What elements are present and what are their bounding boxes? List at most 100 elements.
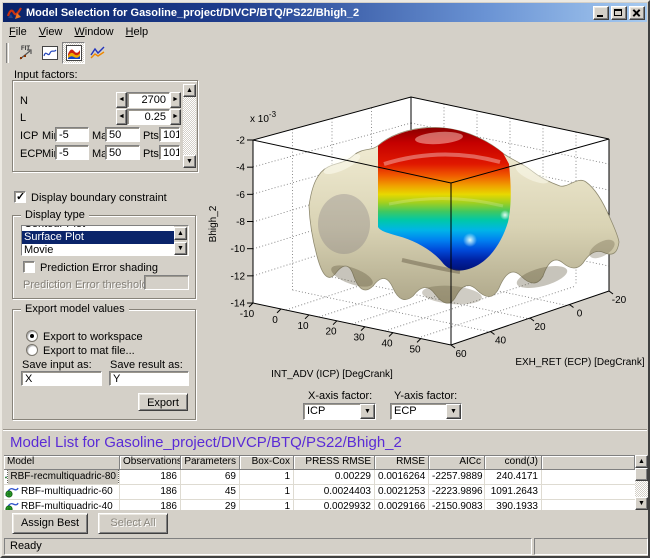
scroll-down-icon[interactable]: ▼ [174,242,187,255]
model-value-cell: 45 [181,485,240,499]
model-filler-cell [542,485,635,499]
close-button[interactable] [629,6,645,20]
ecp-min-field[interactable]: -5 [55,145,89,160]
model-table-scrollbar[interactable]: ▲ ▼ [635,455,649,510]
maximize-icon [614,9,622,16]
model-value-cell: 0.0029932 [294,500,375,510]
display-type-legend: Display type [21,209,89,221]
check-icon: ✓ [16,190,25,203]
column-header[interactable]: PRESS RMSE [294,456,375,470]
factor-n-label: N [20,95,28,107]
surface-plot[interactable]: -2-4-6-8-10-12-14 -1001020304050 6040200… [202,64,650,428]
model-value-cell: -2150.9083 [429,500,485,510]
column-header[interactable]: RMSE [375,456,429,470]
menu-window[interactable]: Window [68,24,119,40]
save-input-label: Save input as: [22,359,92,371]
icp-pts-field[interactable]: 101 [159,127,180,142]
l-value-field[interactable]: 0.25 [127,109,170,125]
model-value-cell: 1 [240,500,294,510]
ecp-max-field[interactable]: 50 [105,145,140,160]
model-list-title: Model List for Gasoline_project/DIVCP/BT… [10,434,402,451]
scroll-up-icon[interactable]: ▲ [183,84,196,97]
assign-best-button[interactable]: Assign Best [12,513,88,534]
fit-model-icon[interactable]: FIT [14,42,37,64]
maximize-button[interactable] [611,6,627,20]
status-bar: Ready [4,538,532,555]
display-boundary-checkbox[interactable]: ✓ [14,191,26,203]
model-value-cell: 186 [120,470,181,484]
model-value-cell: 1 [240,470,294,484]
model-value-cell: 0.0016264 [375,470,429,484]
menubar: FileViewWindowHelp [3,23,647,40]
column-header[interactable]: Box-Cox [240,456,294,470]
x-factor-dropdown[interactable]: ICP ▼ [303,403,376,420]
minimize-button[interactable] [593,6,609,20]
save-result-field[interactable]: Y [109,371,189,386]
display-type-option[interactable]: Surface Plot [22,231,174,244]
display-type-option[interactable]: Movie [22,244,174,256]
tick-label: 20 [534,322,546,333]
display-type-listbox[interactable]: Contour PlotSurface PlotMovie ▲ ▼ [21,225,189,256]
tick-label: -14 [231,299,246,310]
column-header[interactable]: Parameters [181,456,240,470]
ecp-pts-field[interactable]: 101 [159,145,180,160]
save-input-field[interactable]: X [21,371,102,386]
app-icon [7,5,22,20]
column-header[interactable]: cond(J) [485,456,542,470]
tick-label: -6 [236,190,245,201]
tick-label: 40 [495,336,507,347]
export-workspace-radio[interactable] [26,330,38,342]
tick-label: -10 [231,244,246,255]
window-title: Model Selection for Gasoline_project/DIV… [26,7,591,19]
scroll-down-icon[interactable]: ▼ [183,155,196,168]
surface-view-icon[interactable] [62,42,85,64]
response-plot-icon[interactable] [38,42,61,64]
scroll-down-icon[interactable]: ▼ [635,497,648,510]
model-value-cell: 0.0024403 [294,485,375,499]
table-row[interactable]: RBF-multiquadric-601864510.00244030.0021… [4,485,635,500]
line-plot-icon[interactable] [86,42,109,64]
prediction-error-threshold-field [144,275,189,290]
column-header[interactable]: AICc [429,456,485,470]
chevron-down-icon[interactable]: ▼ [360,404,375,419]
tick-label: 30 [353,333,365,344]
input-factors-scrollbar[interactable]: ▲ ▼ [183,84,196,168]
tick-label: -10 [240,309,255,320]
menu-view[interactable]: View [33,24,69,40]
model-value-cell: 1 [240,485,294,499]
y-factor-dropdown[interactable]: ECP ▼ [390,403,462,420]
tick-label: 50 [409,344,421,355]
tick-label: -2 [236,136,245,147]
scroll-up-icon[interactable]: ▲ [174,227,187,240]
l-spin-left-icon[interactable]: ◄ [116,109,127,125]
prediction-error-shading-checkbox[interactable] [23,261,35,273]
menu-help[interactable]: Help [120,24,155,40]
export-button[interactable]: Export [138,393,188,411]
chevron-down-icon[interactable]: ▼ [446,404,461,419]
column-header[interactable]: Observations [120,456,181,470]
icp-min-field[interactable]: -5 [55,127,89,142]
export-workspace-label: Export to workspace [43,331,143,343]
model-name: RBF-multiquadric-60 [19,485,115,499]
tick-label: -4 [236,163,245,174]
n-spin-right-icon[interactable]: ► [170,92,181,108]
model-table: ModelObservationsParametersBox-CoxPRESS … [4,455,635,510]
l-spin-right-icon[interactable]: ► [170,109,181,125]
export-matfile-radio[interactable] [26,344,38,356]
tick-label: -12 [231,271,246,282]
n-spin-left-icon[interactable]: ◄ [116,92,127,108]
table-row[interactable]: RBF-multiquadric-401862910.00299320.0029… [4,500,635,510]
tick-label: 20 [325,327,337,338]
table-row[interactable]: RBF-recmultiquadric-801866910.002290.001… [4,470,635,485]
model-icon [5,501,19,510]
n-value-field[interactable]: 2700 [127,92,170,108]
scroll-up-icon[interactable]: ▲ [635,455,648,468]
y-axis-label: EXH_RET (ECP) [DegCrank] [515,357,645,368]
scrollbar-thumb[interactable] [635,468,648,481]
model-value-cell: -2257.9889 [429,470,485,484]
column-header[interactable]: Model [4,456,120,470]
select-all-button[interactable]: Select All [98,513,168,534]
icp-max-field[interactable]: 50 [105,127,140,142]
menu-file[interactable]: File [3,24,33,40]
listbox-scrollbar[interactable]: ▲ ▼ [174,226,188,255]
